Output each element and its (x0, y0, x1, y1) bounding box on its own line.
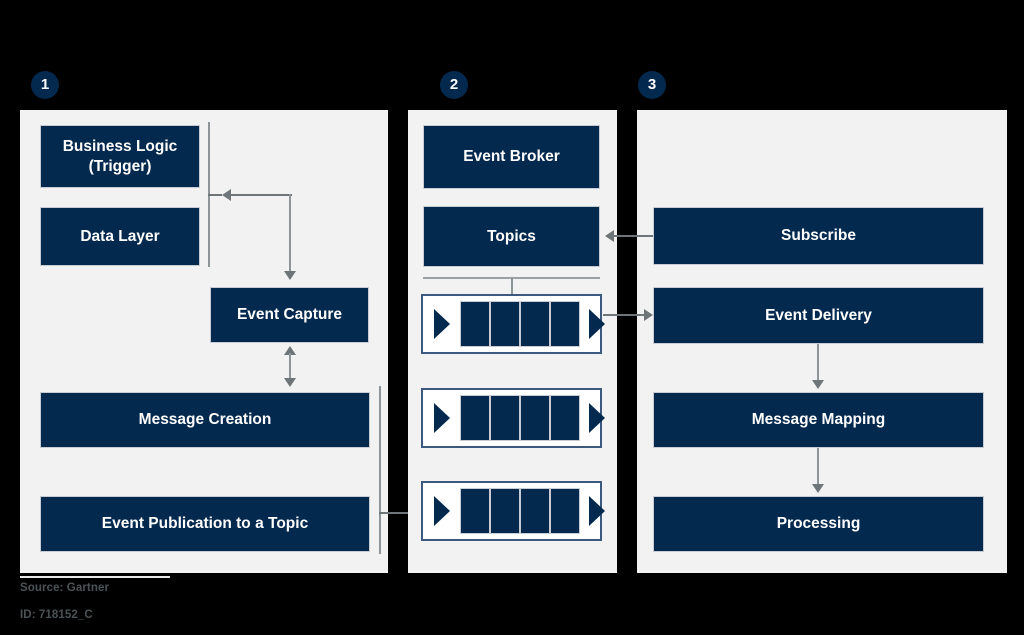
arrowhead-down-message-creation (284, 378, 296, 387)
footer-divider (20, 576, 170, 578)
arrowhead-subscribe-to-topics (605, 230, 614, 242)
queue-cell (460, 488, 490, 534)
connector-right-spine (379, 386, 381, 554)
box-event-broker-label: Event Broker (463, 148, 560, 166)
box-message-mapping: Message Mapping (653, 392, 984, 448)
footer-source: Source: Gartner (20, 582, 110, 594)
box-business-logic: Business Logic (Trigger) (40, 125, 200, 188)
queue-cell (550, 301, 580, 347)
box-event-delivery-label: Event Delivery (765, 306, 872, 324)
topic-queue-2 (421, 388, 605, 448)
box-subscribe: Subscribe (653, 207, 984, 265)
box-event-delivery: Event Delivery (653, 287, 984, 344)
connector-down-to-event-capture (289, 194, 291, 272)
arrowhead-processing (812, 484, 824, 493)
connector-subscribe-to-topics (613, 235, 654, 237)
box-processing-label: Processing (776, 515, 861, 533)
connector-capture-to-logic (230, 194, 292, 196)
box-event-capture-label: Event Capture (236, 306, 343, 324)
queue-in-triangle-icon (434, 403, 450, 433)
arrowhead-queue-to-delivery (644, 309, 653, 321)
queue-cell (490, 488, 520, 534)
connector-topics-to-queue (511, 277, 513, 294)
queue-cell (550, 395, 580, 441)
queue-cell (520, 395, 550, 441)
queue-in-triangle-icon (434, 309, 450, 339)
box-message-mapping-label: Message Mapping (751, 411, 886, 429)
arrowhead-message-mapping (812, 380, 824, 389)
topic-queue-3 (421, 481, 605, 541)
queue-cell (490, 395, 520, 441)
box-topics: Topics (423, 206, 600, 267)
box-data-layer-label: Data Layer (80, 227, 160, 245)
connector-capture-message (289, 353, 291, 379)
queue-out-triangle-icon (589, 496, 605, 526)
step-badge-1: 1 (31, 71, 59, 99)
box-business-logic-line1: Business Logic (62, 138, 178, 156)
step-badge-3: 3 (638, 71, 666, 99)
queue-cells (460, 488, 580, 534)
queue-in-triangle-icon (434, 496, 450, 526)
box-processing: Processing (653, 496, 984, 552)
queue-cell (520, 488, 550, 534)
box-message-creation-label: Message Creation (138, 411, 272, 429)
box-event-publication: Event Publication to a Topic (40, 496, 370, 552)
footer-id: ID: 718152_C (20, 609, 93, 621)
box-data-layer: Data Layer (40, 207, 200, 266)
connector-queue-to-delivery (603, 314, 646, 316)
diagram-canvas: 1 2 3 Business Logic (Trigger) Data Laye… (0, 0, 1024, 635)
queue-cells (460, 301, 580, 347)
box-subscribe-label: Subscribe (781, 227, 856, 245)
topic-queue-1 (421, 294, 605, 354)
box-event-broker: Event Broker (423, 125, 600, 189)
connector-mapping-to-processing (817, 448, 819, 486)
box-topics-label: Topics (487, 227, 536, 245)
box-business-logic-line2: (Trigger) (88, 157, 152, 175)
box-event-publication-label: Event Publication to a Topic (101, 515, 309, 533)
connector-delivery-to-mapping (817, 344, 819, 382)
queue-out-triangle-icon (589, 403, 605, 433)
queue-cell (490, 301, 520, 347)
queue-cell (460, 301, 490, 347)
box-message-creation: Message Creation (40, 392, 370, 448)
queue-cell (550, 488, 580, 534)
queue-cell (520, 301, 550, 347)
queue-cells (460, 395, 580, 441)
connector-spine-stub (208, 194, 222, 196)
arrowhead-event-capture (284, 271, 296, 280)
step-badge-2: 2 (440, 71, 468, 99)
queue-cell (460, 395, 490, 441)
box-event-capture: Event Capture (210, 287, 369, 343)
